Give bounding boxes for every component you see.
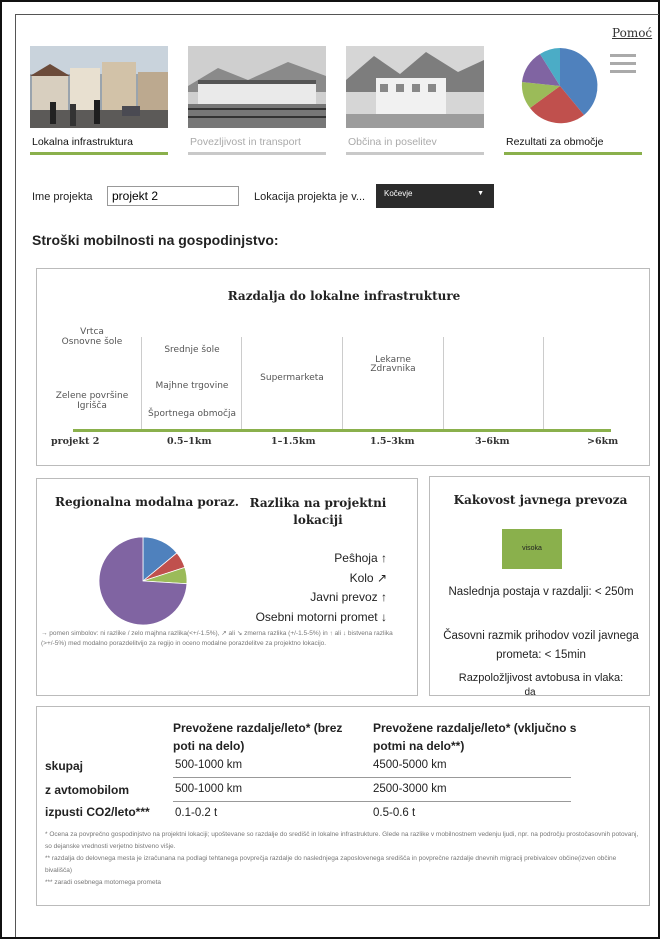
transit-quality-title: Kakovost javnega prevoza — [453, 493, 628, 507]
infra-small-shops: Majhne trgovine — [155, 381, 229, 391]
cell-total-without: 500-1000 km — [175, 759, 243, 771]
column-divider — [543, 337, 544, 429]
tab-underline — [188, 152, 326, 155]
row-label-total: skupaj — [45, 759, 84, 773]
arrow-up-icon: ↑ — [381, 551, 387, 565]
cell-car-without: 500-1000 km — [175, 783, 243, 795]
cell-co2-with: 0.5-0.6 t — [373, 807, 416, 819]
infra-green-areas: Zelene površine — [55, 391, 129, 401]
mode-item-walking: Peŝhoja ↑ — [334, 551, 387, 565]
infra-playgrounds: Igrišča — [77, 401, 107, 411]
distance-tick: 1.5–3km — [370, 436, 415, 447]
column-header-without-commute: Prevožene razdalje/leto* (brez poti na d… — [173, 721, 343, 753]
train-station-photo-image — [188, 46, 326, 128]
tab-povezljivost-in-transport[interactable]: Povezljivost in transport — [188, 46, 326, 164]
distance-title: Razdalja do lokalne infrastrukture — [227, 289, 461, 303]
modal-split-title: Regionalna modalna poraz. — [55, 495, 239, 509]
tab-lokalna-infrastruktura[interactable]: Lokalna infrastruktura — [30, 46, 168, 164]
project-difference-title: Razlika na projektni lokaciji — [249, 496, 387, 527]
column-divider — [342, 337, 343, 429]
infra-supermarket: Supermarketa — [260, 373, 324, 383]
symbol-legend-note: → pomen simbolov: ni razlike / zelo majh… — [41, 630, 393, 647]
row-label-co2: izpusti CO2/leto*** — [45, 805, 150, 819]
location-select[interactable]: Kočevje ▼ — [376, 184, 494, 208]
mode-item-bicycle: Kolo ↗ — [349, 570, 387, 585]
distance-tick: 3–6km — [475, 436, 510, 447]
infra-sports-area: Športnega območja — [148, 409, 236, 419]
section-title: Stroški mobilnosti na gospodinjstvo: — [32, 232, 279, 248]
project-name-label: Ime projekta — [32, 191, 93, 203]
column-divider — [443, 337, 444, 429]
tab-underline — [30, 152, 168, 155]
town-photo-image — [346, 46, 484, 128]
distance-tick: 1–1.5km — [271, 436, 316, 447]
tab-label: Lokalna infrastruktura — [32, 136, 133, 148]
infra-primary-school: Osnovne šole — [61, 337, 123, 347]
footnote-2: ** razdalja do delovnega mesta je izraču… — [45, 855, 617, 874]
tab-rezultati-za-obmocje[interactable]: Rezultati za območje — [504, 46, 642, 164]
tab-underline — [346, 152, 484, 155]
footnote-3: *** zaradi osebnega motornega prometa — [45, 879, 161, 886]
next-stop-text: Naslednja postaja v razdalji: < 250m — [448, 586, 634, 598]
distance-panel: Razdalja do lokalne infrastrukture Vrtca… — [36, 268, 650, 466]
infra-kindergarten: Vrtca — [80, 327, 104, 337]
project-name-input[interactable] — [107, 186, 239, 206]
modal-split-panel: Regionalna modalna poraz. Razlika na pro… — [36, 478, 418, 696]
tab-underline — [504, 152, 642, 155]
distance-tick: >6km — [587, 436, 619, 447]
modal-split-pie-chart — [98, 536, 188, 626]
infra-secondary-school: Srednje šole — [164, 345, 220, 355]
chevron-down-icon: ▼ — [477, 190, 484, 197]
tab-label: Rezultati za območje — [506, 136, 604, 148]
row-divider — [173, 777, 571, 778]
availability-label: Razpoložljivost avtobusa in vlaka: — [458, 672, 624, 684]
distance-tick: projekt 2 — [51, 436, 100, 447]
mode-item-private-car: Osebni motorni promet ↓ — [255, 609, 387, 624]
mode-item-public-transport: Javni prevoz ↑ — [310, 590, 387, 604]
footnotes: * Ocena za povprečno gospodinjstvo na pr… — [45, 829, 645, 889]
quality-badge: visoka — [502, 529, 562, 569]
project-location-label: Lokacija projekta je v... — [254, 191, 366, 203]
tab-label: Občina in poselitev — [348, 136, 437, 148]
location-select-value: Kočevje — [384, 189, 413, 198]
tab-obcina-in-poselitev[interactable]: Občina in poselitev — [346, 46, 484, 164]
footnote-1: * Ocena za povprečno gospodinjstvo na pr… — [45, 831, 639, 850]
arrow-up-right-icon: ↗ — [376, 570, 387, 585]
distances-table-panel: Prevožene razdalje/leto* (brez poti na d… — [36, 706, 650, 906]
infra-doctor: Zdravnika — [370, 364, 416, 374]
row-divider — [173, 801, 571, 802]
results-pie-thumbnail-image — [504, 46, 642, 128]
tab-label: Povezljivost in transport — [190, 136, 301, 148]
arrow-down-icon: ↓ — [381, 609, 387, 624]
mode-list: Peŝhoja ↑ Kolo ↗ Javni prevoz ↑ Osebni m… — [256, 549, 387, 627]
street-photo-image — [30, 46, 168, 128]
cell-co2-without: 0.1-0.2 t — [175, 807, 218, 819]
column-divider — [141, 337, 142, 429]
distance-axis — [73, 429, 611, 432]
distance-tick: 0.5–1km — [167, 436, 212, 447]
column-header-with-commute: Prevožene razdalje/leto* (vključno s pot… — [373, 721, 577, 753]
cell-total-with: 4500-5000 km — [373, 759, 447, 771]
availability-value: da — [524, 687, 536, 698]
row-label-car: z avtomobilom — [45, 783, 130, 797]
transit-quality-panel: Kakovost javnega prevoza visoka Naslednj… — [429, 476, 650, 698]
column-divider — [241, 337, 242, 429]
interval-text: Časovni razmik prihodov vozil javnega pr… — [443, 630, 639, 661]
cell-car-with: 2500-3000 km — [373, 783, 447, 795]
arrow-up-icon: ↑ — [381, 590, 387, 604]
help-link[interactable]: Pomoć — [612, 26, 652, 40]
